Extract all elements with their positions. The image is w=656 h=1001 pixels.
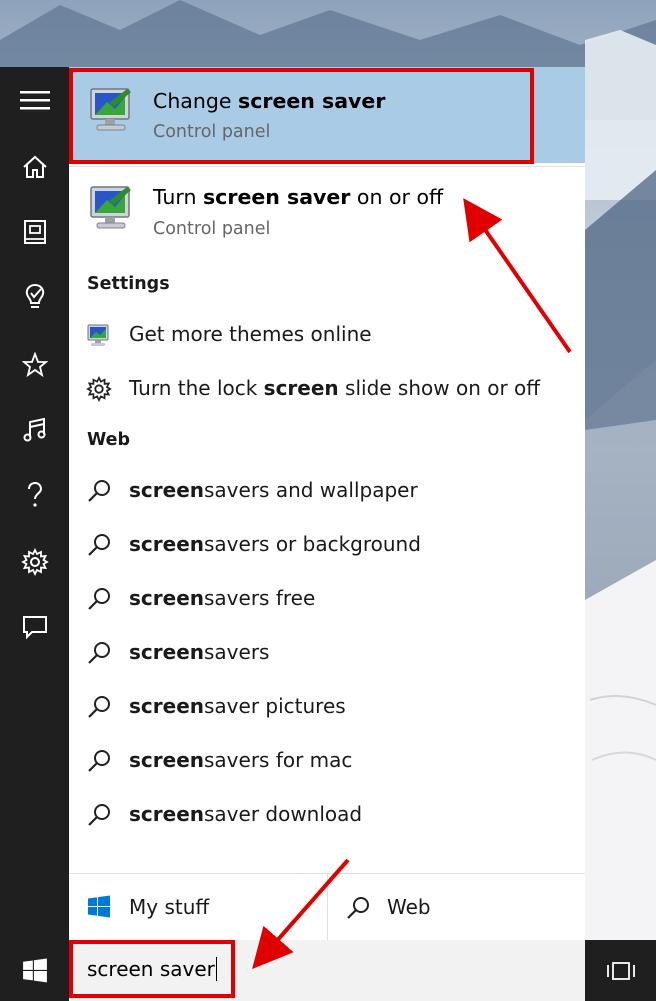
search-icon [88,750,110,772]
web-suggestion-label: screensavers and wallpaper [129,478,418,502]
taskbar-search-box[interactable]: screen saver [69,940,585,1001]
result-title: Turn screen saver on or off [153,185,444,209]
star-icon [21,352,48,378]
home-button[interactable] [0,137,69,197]
web-suggestion-label: screensavers free [129,586,316,610]
result-subtitle: Control panel [153,219,271,239]
web-scope-label: Web [387,895,431,919]
windows-logo-icon [22,958,47,982]
settings-item-lock-screen-slideshow[interactable]: Turn the lock screen slide show on or of… [69,366,585,412]
search-results-panel: Change screen saver Control panel Turn s… [69,67,585,941]
home-icon [22,155,47,178]
feedback-button[interactable] [0,597,69,657]
web-suggestion-item[interactable]: screensaver download [69,792,585,838]
settings-section-header: Settings [87,274,170,294]
settings-button[interactable] [0,532,69,592]
settings-item-label: Turn the lock screen slide show on or of… [129,376,541,400]
help-icon [27,481,42,507]
search-input[interactable]: screen saver [87,957,218,981]
windows-logo-icon [88,895,110,918]
web-suggestion-item[interactable]: screensaver pictures [69,684,585,730]
music-icon [23,417,45,442]
web-suggestion-label: screensavers for mac [129,748,353,772]
best-match-change-screen-saver[interactable]: Change screen saver Control panel [69,67,585,163]
music-button[interactable] [0,400,69,460]
search-icon [88,480,110,502]
settings-item-get-themes[interactable]: Get more themes online [69,312,585,358]
my-stuff-label: My stuff [129,895,210,919]
feedback-icon [22,616,47,640]
web-suggestion-item[interactable]: screensavers free [69,576,585,622]
web-suggestion-label: screensavers [129,640,270,664]
favorites-button[interactable] [0,335,69,395]
themes-icon [87,324,109,346]
result-title: Change screen saver [153,89,386,113]
web-suggestion-label: screensavers or background [129,532,421,556]
text-caret [215,957,218,981]
search-icon [88,534,110,556]
web-scope-button[interactable]: Web [328,874,585,941]
search-scope-bar: My stuff Web [69,873,585,941]
result-turn-screen-saver[interactable]: Turn screen saver on or off Control pane… [69,167,585,263]
web-suggestion-label: screensaver download [129,802,363,826]
web-suggestion-item[interactable]: screensavers or background [69,522,585,568]
search-icon [88,696,110,718]
result-subtitle: Control panel [153,122,271,142]
search-icon [347,897,369,919]
gear-icon [86,376,112,402]
menu-icon [19,91,50,110]
search-icon [88,804,110,826]
start-button[interactable] [0,940,69,1001]
web-suggestion-label: screensaver pictures [129,694,346,718]
task-view-icon [606,961,635,980]
screen-saver-icon [90,88,131,131]
gear-icon [20,548,49,576]
web-suggestion-item[interactable]: screensavers [69,630,585,676]
my-stuff-button[interactable]: My stuff [69,874,327,941]
notebook-button[interactable] [0,202,69,262]
web-suggestion-item[interactable]: screensavers and wallpaper [69,468,585,514]
task-view-button[interactable] [585,940,656,1001]
help-button[interactable] [0,465,69,525]
lightbulb-icon [25,283,44,308]
reminders-button[interactable] [0,267,69,327]
search-icon [88,642,110,664]
web-suggestion-item[interactable]: screensavers for mac [69,738,585,784]
start-rail [0,67,69,940]
notebook-icon [23,220,46,244]
web-section-header: Web [87,430,131,450]
search-icon [88,588,110,610]
settings-item-label: Get more themes online [129,322,372,346]
menu-button[interactable] [0,70,69,130]
screen-saver-icon [90,186,131,229]
